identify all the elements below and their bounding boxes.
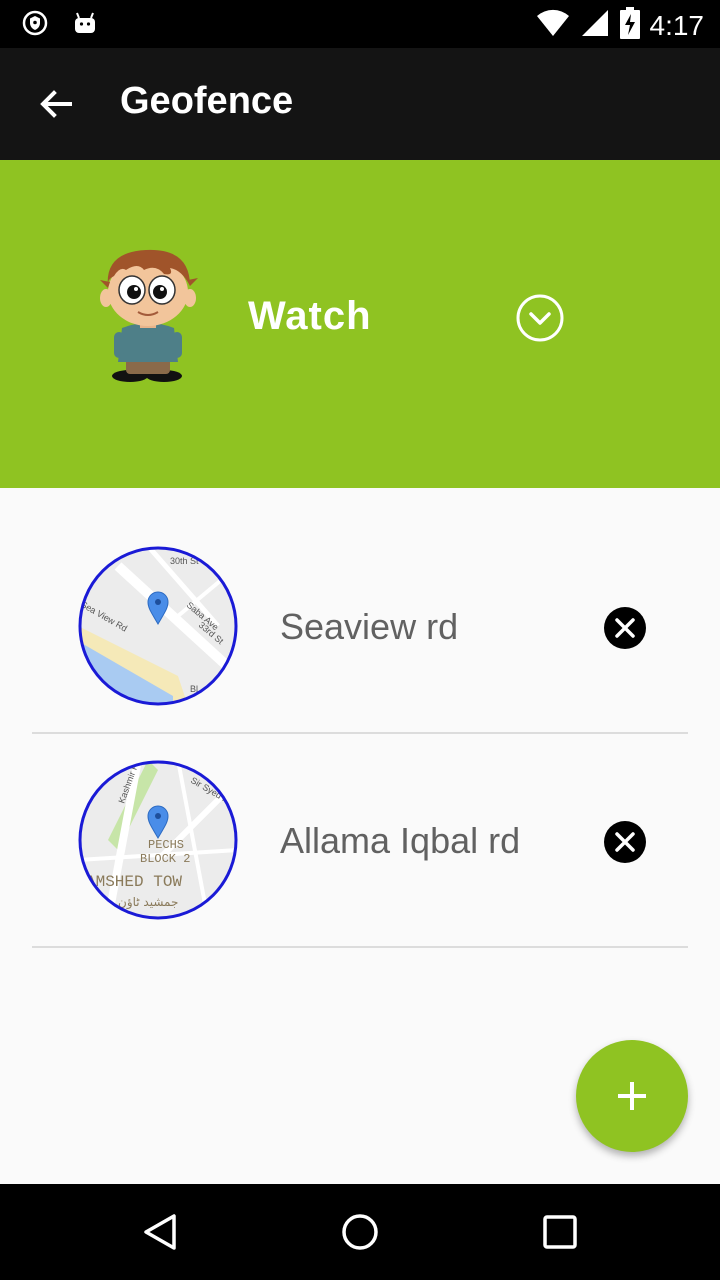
map-label: جمشید ٹاؤن (118, 895, 178, 910)
recents-square-icon (543, 1215, 577, 1249)
device-dropdown-button[interactable] (514, 292, 566, 344)
cell-signal-icon (580, 8, 610, 43)
page-title: Geofence (120, 80, 294, 122)
map-thumbnail: Kashmir Rd Sir Syed Rd PECHS BLOCK 2 AMS… (78, 760, 238, 920)
android-icon (72, 10, 98, 41)
wifi-icon (536, 8, 570, 43)
close-icon (604, 821, 646, 863)
map-label: AMSHED TOW (86, 873, 182, 891)
avatar (86, 244, 210, 384)
chevron-down-circle-icon (516, 294, 564, 342)
app-bar: Geofence (0, 48, 720, 160)
delete-button[interactable] (604, 607, 646, 649)
close-icon (604, 607, 646, 649)
navigation-bar (0, 1184, 720, 1280)
nav-back-button[interactable] (134, 1206, 186, 1258)
back-button[interactable] (24, 72, 88, 136)
list-item[interactable]: 30th St Sea View Rd Saba Ave 33rd St Bl … (0, 520, 720, 734)
status-bar: 4:17 (0, 0, 720, 48)
map-label: BLOCK 2 (140, 852, 190, 866)
map-label: PECHS (148, 838, 184, 852)
delete-button[interactable] (604, 821, 646, 863)
device-name: Watch (248, 294, 372, 338)
add-geofence-button[interactable] (576, 1040, 688, 1152)
arrow-back-icon (40, 90, 72, 118)
nav-recents-button[interactable] (534, 1206, 586, 1258)
clock: 4:17 (649, 9, 705, 41)
battery-charging-icon (619, 7, 640, 44)
vpn-shield-icon (22, 10, 48, 41)
divider (32, 946, 688, 948)
plus-icon (618, 1082, 646, 1110)
nav-home-button[interactable] (334, 1206, 386, 1258)
geofence-list: 30th St Sea View Rd Saba Ave 33rd St Bl … (0, 520, 720, 948)
list-item[interactable]: Kashmir Rd Sir Syed Rd PECHS BLOCK 2 AMS… (0, 734, 720, 948)
back-triangle-icon (144, 1214, 176, 1250)
map-thumbnail: 30th St Sea View Rd Saba Ave 33rd St Bl (78, 546, 238, 706)
geofence-name: Seaview rd (280, 606, 459, 647)
home-circle-icon (342, 1214, 378, 1250)
device-header: Watch (0, 160, 720, 488)
geofence-name: Allama Iqbal rd (280, 820, 521, 861)
